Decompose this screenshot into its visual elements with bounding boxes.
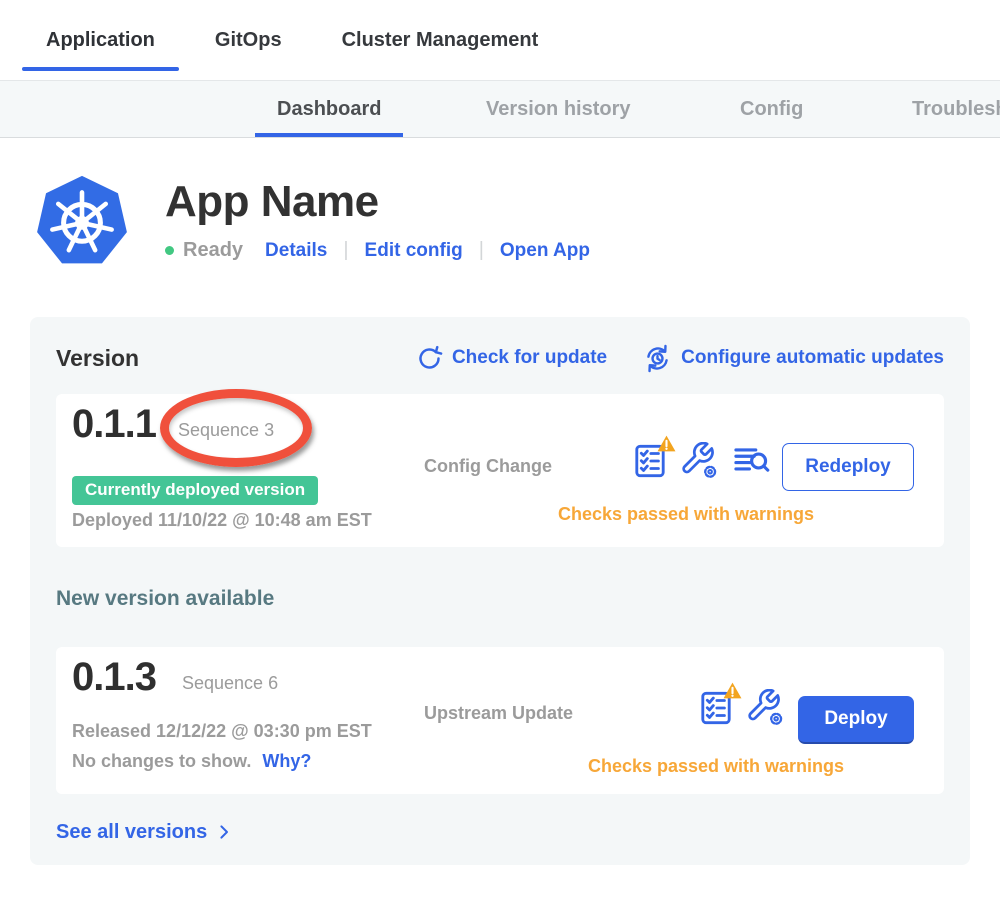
check-for-update-link[interactable]: Check for update: [416, 345, 607, 372]
tab-label: Troubleshoot: [912, 98, 1000, 121]
page-title: App Name: [165, 177, 590, 227]
release-source-label: Upstream Update: [424, 703, 573, 724]
nav-tab-gitops[interactable]: GitOps: [191, 0, 306, 80]
why-link[interactable]: Why?: [262, 751, 311, 771]
app-status-row: Ready Details | Edit config | Open App: [165, 239, 590, 262]
changes-note: No changes to show. Why?: [72, 751, 311, 772]
new-release-card: 0.1.3 Sequence 6 Released 12/12/22 @ 03:…: [56, 647, 944, 794]
version-actions: Check for update Configure automatic upd…: [416, 344, 944, 373]
version-heading: Version: [56, 345, 139, 372]
current-release-card: 0.1.1 Sequence 3 Currently deployed vers…: [56, 394, 944, 547]
configure-automatic-updates-link[interactable]: Configure automatic updates: [643, 344, 944, 373]
checks-status-text: Checks passed with warnings: [416, 504, 956, 525]
tab-dashboard[interactable]: Dashboard: [255, 81, 403, 137]
config-wrench-icon[interactable]: [681, 442, 719, 480]
nav-tab-application[interactable]: Application: [22, 0, 179, 80]
check-for-update-label: Check for update: [452, 347, 607, 369]
new-sequence-label: Sequence 6: [182, 673, 278, 694]
see-all-versions-label: See all versions: [56, 820, 207, 844]
primary-nav: Application GitOps Cluster Management: [0, 0, 1000, 80]
preflight-checklist-icon[interactable]: [632, 443, 668, 479]
chevron-right-icon: [215, 823, 233, 841]
new-version-heading: New version available: [56, 587, 944, 611]
nav-tab-label: Cluster Management: [342, 29, 539, 52]
current-sequence-label: Sequence 3: [178, 420, 274, 441]
released-timestamp: Released 12/12/22 @ 03:30 pm EST: [72, 721, 372, 742]
nav-tab-cluster-management[interactable]: Cluster Management: [318, 0, 563, 80]
version-panel-header: Version Check for update Configure: [56, 344, 944, 372]
warning-triangle-icon: [657, 435, 676, 452]
checks-status-text: Checks passed with warnings: [456, 756, 976, 777]
app-sub-nav: Dashboard Version history Config Trouble…: [0, 80, 1000, 138]
active-tab-underline: [255, 133, 403, 137]
link-separator: |: [343, 239, 348, 262]
deployed-timestamp: Deployed 11/10/22 @ 10:48 am EST: [72, 510, 372, 531]
configure-automatic-updates-label: Configure automatic updates: [681, 347, 944, 369]
preflight-checklist-icon[interactable]: [698, 690, 734, 726]
nav-tab-label: Application: [46, 29, 155, 52]
active-tab-underline: [22, 67, 179, 71]
nav-tab-label: GitOps: [215, 29, 282, 52]
refresh-icon: [416, 345, 443, 372]
new-version-number: 0.1.3: [72, 655, 156, 700]
deploy-button[interactable]: Deploy: [798, 696, 914, 744]
details-link[interactable]: Details: [265, 240, 327, 262]
currently-deployed-badge: Currently deployed version: [72, 476, 318, 505]
app-header: App Name Ready Details | Edit config | O…: [36, 175, 1000, 267]
status-dot-icon: [165, 246, 174, 255]
version-panel: Version Check for update Configure: [30, 317, 970, 865]
tab-label: Version history: [486, 98, 631, 121]
kubernetes-logo-icon: [36, 175, 128, 267]
tab-label: Dashboard: [277, 98, 381, 121]
sync-clock-icon: [643, 344, 672, 373]
tab-config[interactable]: Config: [718, 81, 825, 137]
status-badge: Ready: [183, 239, 243, 262]
tab-version-history[interactable]: Version history: [464, 81, 653, 137]
tab-troubleshoot[interactable]: Troubleshoot: [890, 81, 1000, 137]
config-wrench-icon[interactable]: [747, 689, 785, 727]
changes-note-text: No changes to show.: [72, 751, 251, 771]
tab-label: Config: [740, 98, 803, 121]
open-app-link[interactable]: Open App: [500, 240, 590, 262]
link-separator: |: [479, 239, 484, 262]
app-header-text: App Name Ready Details | Edit config | O…: [165, 175, 590, 267]
new-release-check-icons: [698, 689, 785, 727]
view-files-icon[interactable]: [732, 442, 770, 480]
warning-triangle-icon: [723, 682, 742, 699]
current-release-check-icons: [632, 442, 770, 480]
edit-config-link[interactable]: Edit config: [365, 240, 463, 262]
see-all-versions-link[interactable]: See all versions: [56, 820, 233, 844]
current-version-number: 0.1.1: [72, 402, 156, 447]
redeploy-button[interactable]: Redeploy: [782, 443, 914, 491]
release-source-label: Config Change: [424, 456, 552, 477]
